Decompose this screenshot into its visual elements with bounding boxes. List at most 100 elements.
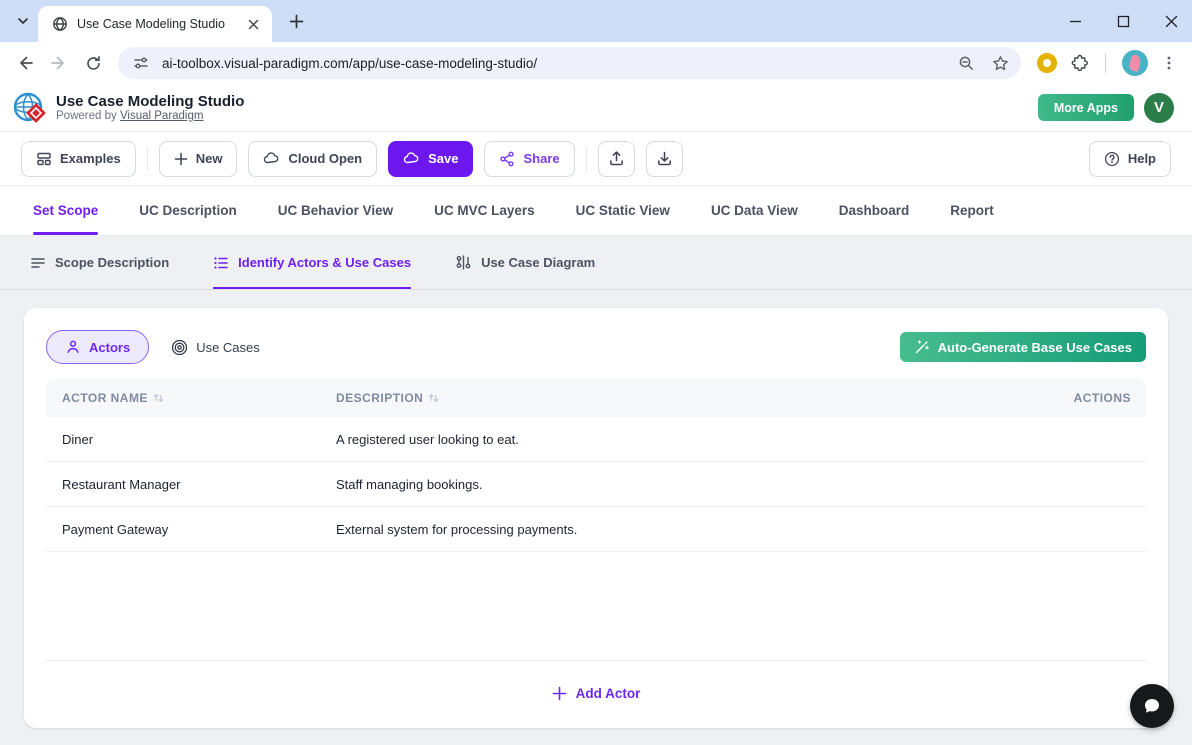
use-cases-toggle[interactable]: Use Cases <box>171 339 260 356</box>
help-button[interactable]: Help <box>1089 141 1171 177</box>
nav-tab-uc-data-view[interactable]: UC Data View <box>711 186 798 235</box>
nav-tab-report[interactable]: Report <box>950 186 994 235</box>
actor-description-cell: A registered user looking to eat. <box>336 432 1026 447</box>
powered-by: Powered by Visual Paradigm <box>56 110 244 122</box>
forward-button[interactable] <box>44 48 74 78</box>
main-nav-tabs: Set Scope UC Description UC Behavior Vie… <box>0 186 1192 236</box>
actor-name-cell: Restaurant Manager <box>46 477 336 492</box>
help-label: Help <box>1128 151 1156 166</box>
new-tab-button[interactable] <box>284 9 308 33</box>
help-question-icon <box>1104 151 1120 167</box>
nav-tab-dashboard[interactable]: Dashboard <box>839 186 910 235</box>
bookmark-star-icon[interactable] <box>987 50 1013 76</box>
nav-tab-uc-mvc-layers[interactable]: UC MVC Layers <box>434 186 535 235</box>
visual-paradigm-logo-icon <box>12 91 46 125</box>
subtab-scope-description[interactable]: Scope Description <box>30 236 169 289</box>
add-actor-button[interactable]: Add Actor <box>552 686 641 701</box>
actors-table: ACTOR NAME DESCRIPTION ACTIONS Diner A r… <box>46 379 1146 661</box>
back-button[interactable] <box>10 48 40 78</box>
url-text[interactable]: ai-toolbox.visual-paradigm.com/app/use-c… <box>162 56 945 71</box>
table-row[interactable]: Restaurant Manager Staff managing bookin… <box>46 462 1146 507</box>
url-bar[interactable]: ai-toolbox.visual-paradigm.com/app/use-c… <box>118 47 1021 79</box>
actor-description-cell: External system for processing payments. <box>336 522 1026 537</box>
text-lines-icon <box>30 255 46 271</box>
powered-by-text: Powered by <box>56 110 120 122</box>
globe-favicon-icon <box>52 16 68 32</box>
browser-url-row: ai-toolbox.visual-paradigm.com/app/use-c… <box>0 42 1192 84</box>
use-cases-toggle-label: Use Cases <box>196 340 260 355</box>
share-icon <box>499 151 515 167</box>
chat-bubble-icon <box>1142 696 1162 716</box>
window-maximize-button[interactable] <box>1110 8 1136 34</box>
browser-tabstrip: Use Case Modeling Studio <box>0 0 1192 42</box>
sort-icon[interactable] <box>428 392 439 404</box>
toolbar-divider <box>147 147 148 171</box>
window-close-button[interactable] <box>1158 8 1184 34</box>
user-avatar[interactable]: V <box>1144 93 1174 123</box>
sub-tabs: Scope Description Identify Actors & Use … <box>0 236 1192 290</box>
profile-avatar[interactable] <box>1122 50 1148 76</box>
subtab-identify-actors-use-cases[interactable]: Identify Actors & Use Cases <box>213 236 411 289</box>
window-minimize-button[interactable] <box>1062 8 1088 34</box>
tab-title: Use Case Modeling Studio <box>77 17 235 31</box>
share-label: Share <box>523 151 559 166</box>
subtab-label: Identify Actors & Use Cases <box>238 255 411 270</box>
download-icon <box>656 150 673 167</box>
nav-tab-set-scope[interactable]: Set Scope <box>33 186 98 235</box>
nav-tab-uc-static-view[interactable]: UC Static View <box>576 186 670 235</box>
actor-description-cell: Staff managing bookings. <box>336 477 1026 492</box>
magic-wand-icon <box>914 339 930 355</box>
toolbar: Examples New Cloud Open Save Share <box>0 132 1192 186</box>
import-download-button[interactable] <box>646 141 683 177</box>
site-settings-icon[interactable] <box>128 50 154 76</box>
cloud-save-icon <box>403 150 420 167</box>
tab-search-chevron-icon[interactable] <box>10 8 36 34</box>
chrome-menu-icon[interactable] <box>1156 50 1182 76</box>
more-apps-button[interactable]: More Apps <box>1038 94 1134 121</box>
nav-tab-uc-description[interactable]: UC Description <box>139 186 237 235</box>
actor-name-cell: Diner <box>46 432 336 447</box>
visual-paradigm-link[interactable]: Visual Paradigm <box>120 110 204 122</box>
examples-grid-icon <box>36 151 52 167</box>
plus-icon <box>174 152 188 166</box>
table-row[interactable]: Payment Gateway External system for proc… <box>46 507 1146 552</box>
table-row[interactable]: Diner A registered user looking to eat. <box>46 417 1146 462</box>
sort-icon[interactable] <box>153 392 164 404</box>
examples-button[interactable]: Examples <box>21 141 136 177</box>
share-button[interactable]: Share <box>484 141 574 177</box>
extensions-puzzle-icon[interactable] <box>1067 50 1093 76</box>
examples-label: Examples <box>60 151 121 166</box>
nav-tab-uc-behavior-view[interactable]: UC Behavior View <box>278 186 393 235</box>
cloud-open-button[interactable]: Cloud Open <box>248 141 377 177</box>
cloud-icon <box>263 150 280 167</box>
export-upload-button[interactable] <box>598 141 635 177</box>
toolbar-divider <box>586 147 587 171</box>
actors-toggle[interactable]: Actors <box>46 330 149 364</box>
content-card: Actors Use Cases Auto-Generate Base Use … <box>24 308 1168 728</box>
actors-toggle-label: Actors <box>89 340 130 355</box>
actor-name-cell: Payment Gateway <box>46 522 336 537</box>
diagram-branch-icon <box>455 254 472 271</box>
subtab-label: Scope Description <box>55 255 169 270</box>
app-title: Use Case Modeling Studio <box>56 93 244 110</box>
extension-badge-icon[interactable] <box>1037 53 1057 73</box>
save-label: Save <box>428 151 458 166</box>
browser-tab[interactable]: Use Case Modeling Studio <box>38 6 272 42</box>
bullet-list-icon <box>213 255 229 271</box>
save-button[interactable]: Save <box>388 141 473 177</box>
reload-button[interactable] <box>78 48 108 78</box>
column-header-actor-name[interactable]: ACTOR NAME <box>62 391 148 405</box>
upload-icon <box>608 150 625 167</box>
auto-generate-button[interactable]: Auto-Generate Base Use Cases <box>900 332 1146 362</box>
column-header-description[interactable]: DESCRIPTION <box>336 391 423 405</box>
app-header: Use Case Modeling Studio Powered by Visu… <box>0 84 1192 132</box>
tab-close-icon[interactable] <box>244 15 262 33</box>
cloud-open-label: Cloud Open <box>288 151 362 166</box>
subtab-use-case-diagram[interactable]: Use Case Diagram <box>455 236 595 289</box>
zoom-icon[interactable] <box>953 50 979 76</box>
person-icon <box>65 339 81 355</box>
new-button[interactable]: New <box>159 141 238 177</box>
new-label: New <box>196 151 223 166</box>
bullseye-icon <box>171 339 188 356</box>
chat-widget-button[interactable] <box>1130 684 1174 728</box>
